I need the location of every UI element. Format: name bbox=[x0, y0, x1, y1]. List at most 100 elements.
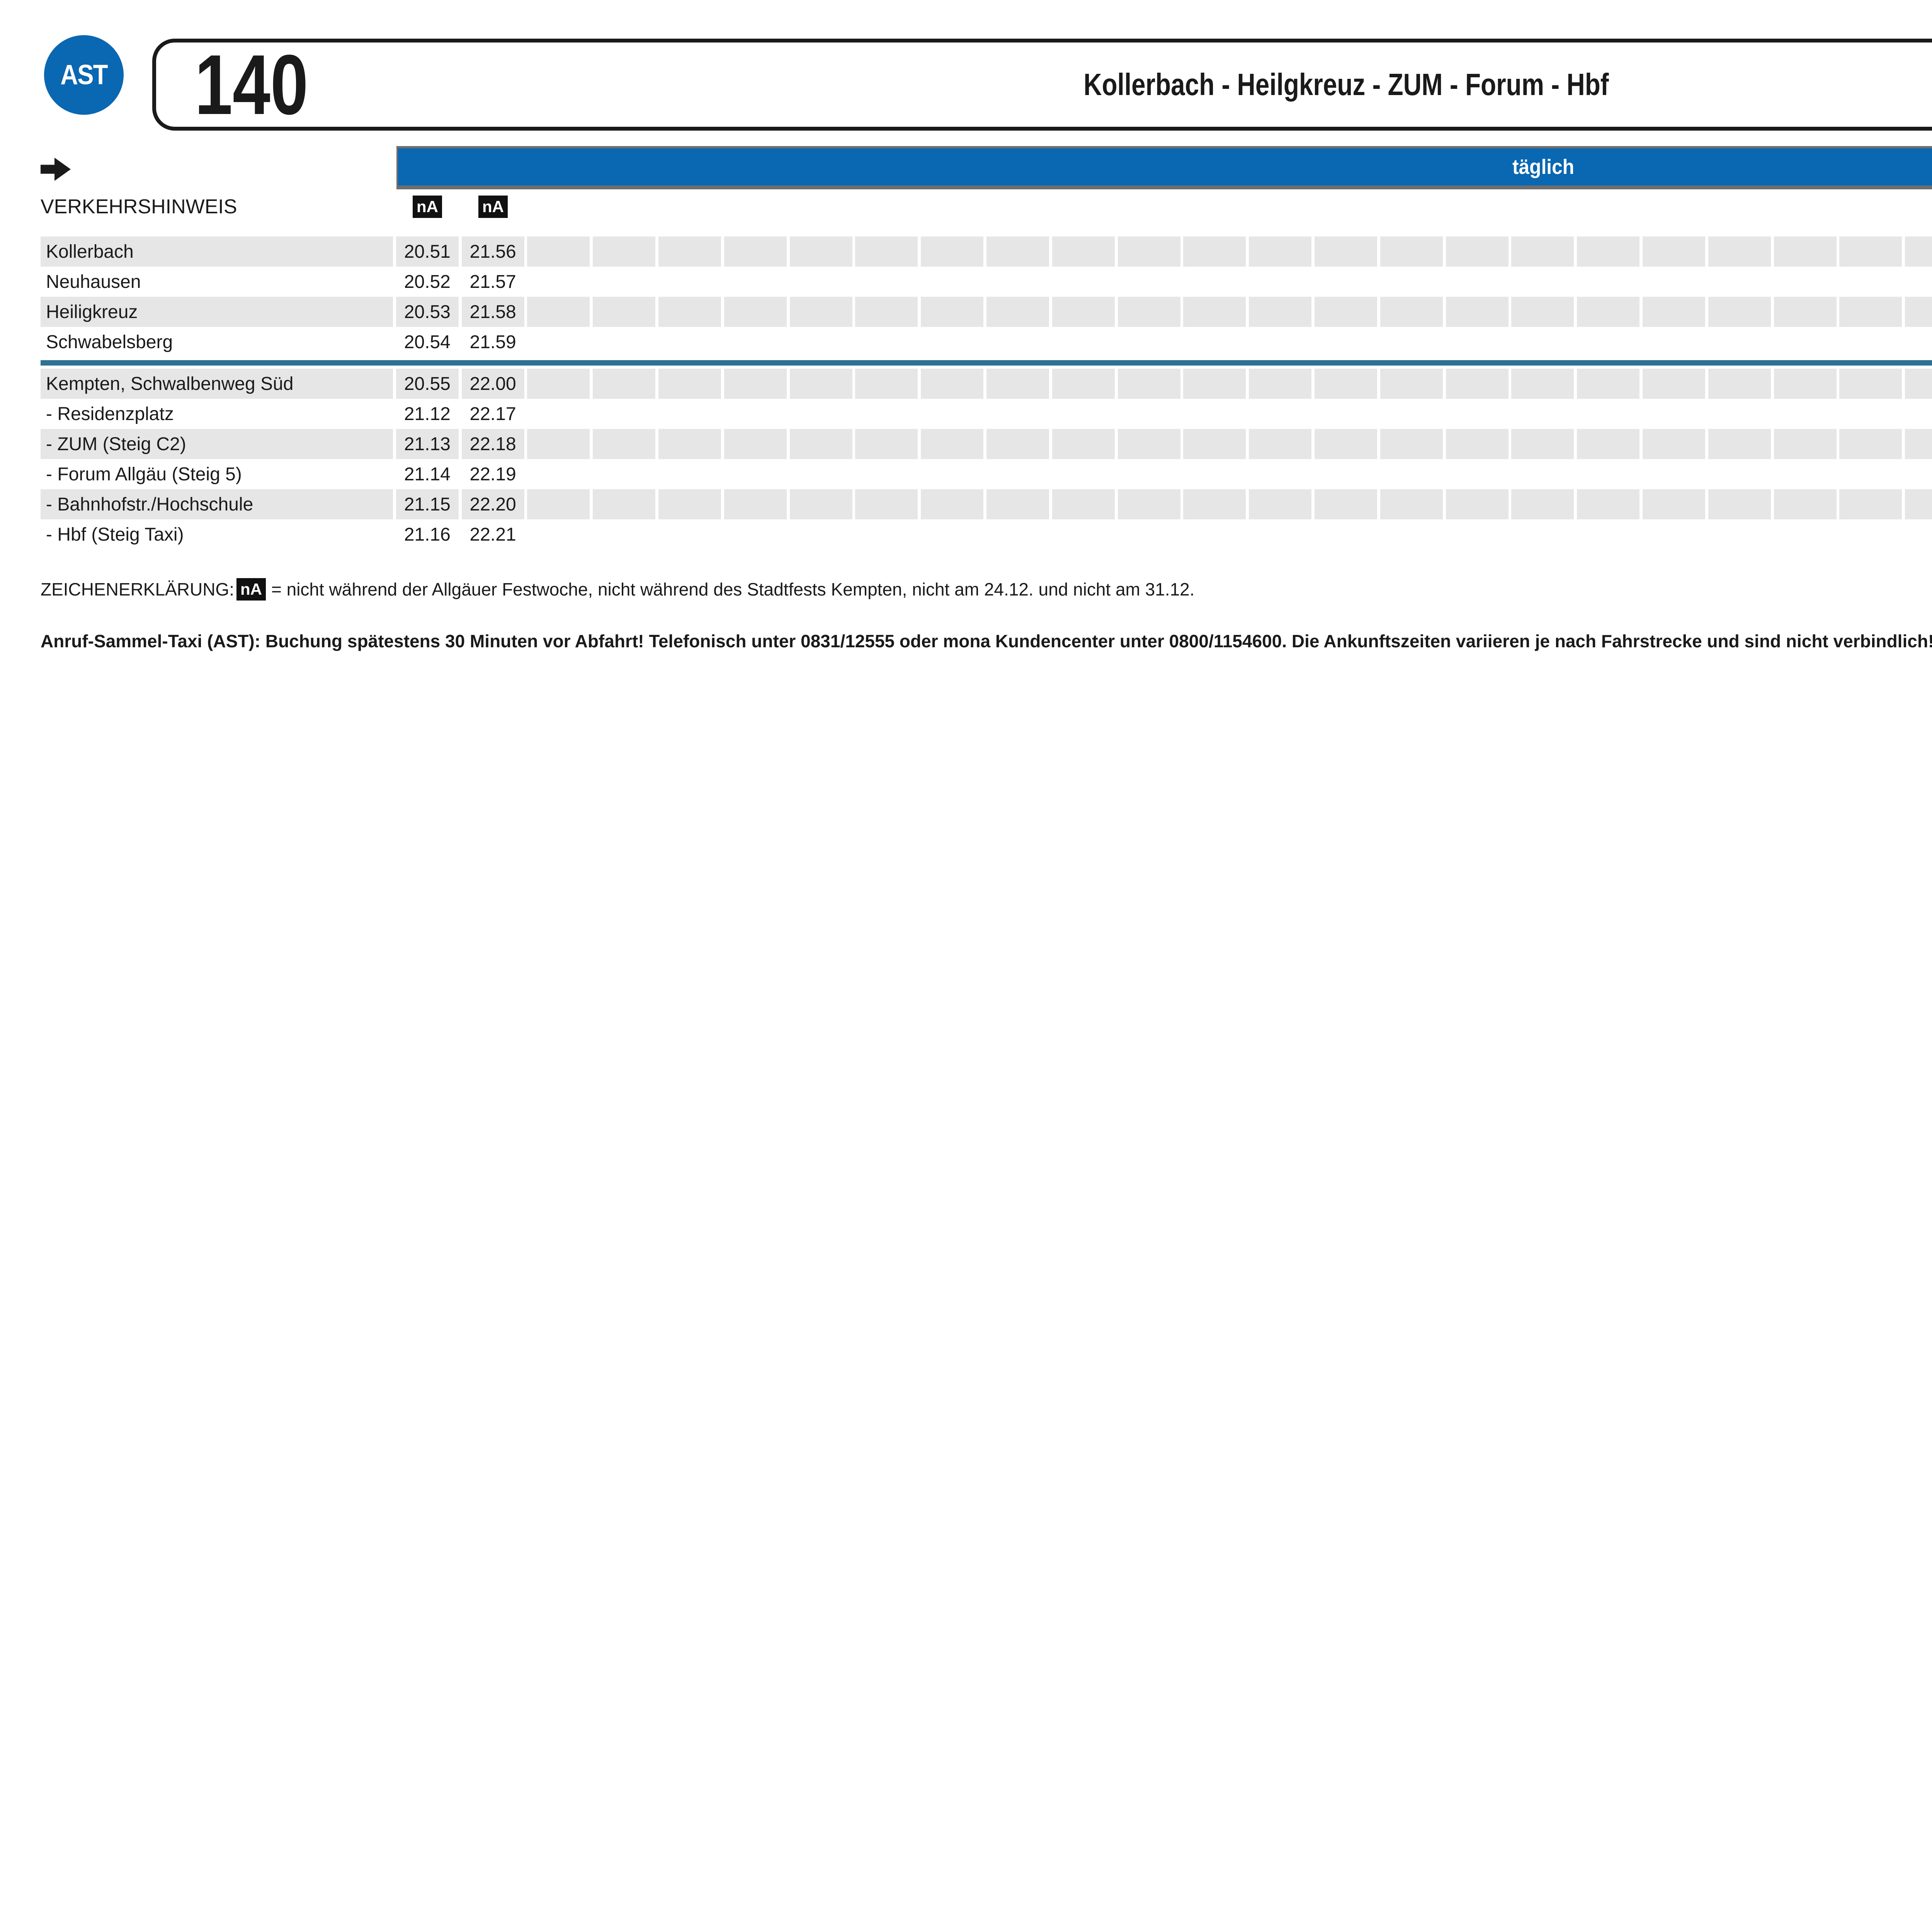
empty-cell bbox=[1380, 297, 1443, 327]
station-name: Neuhausen bbox=[41, 267, 393, 297]
empty-cell bbox=[1577, 236, 1639, 267]
empty-cell bbox=[1643, 236, 1705, 267]
empty-cell bbox=[986, 459, 1049, 489]
empty-cell bbox=[1708, 327, 1771, 357]
empty-cell bbox=[1905, 327, 1932, 357]
empty-cell bbox=[1774, 267, 1837, 297]
empty-cell bbox=[1052, 327, 1115, 357]
empty-cell bbox=[593, 429, 655, 459]
empty-cell bbox=[1249, 267, 1311, 297]
empty-cell bbox=[1446, 369, 1509, 399]
empty-cell bbox=[921, 429, 983, 459]
empty-cell bbox=[986, 429, 1049, 459]
empty-cell bbox=[986, 489, 1049, 519]
empty-cell bbox=[1643, 429, 1705, 459]
station-name: Kempten, Schwalbenweg Süd bbox=[41, 369, 393, 399]
empty-cell bbox=[855, 519, 918, 550]
empty-cell bbox=[1839, 236, 1902, 267]
empty-cell bbox=[724, 369, 787, 399]
station-name: Heiligkreuz bbox=[41, 297, 393, 327]
empty-cell bbox=[1380, 236, 1443, 267]
empty-cell bbox=[1118, 297, 1180, 327]
empty-cell bbox=[527, 519, 590, 550]
empty-cell bbox=[1577, 297, 1639, 327]
empty-cell bbox=[1118, 459, 1180, 489]
empty-cell bbox=[1708, 519, 1771, 550]
empty-cell bbox=[1249, 459, 1311, 489]
departure-time-cell: 20.52 bbox=[396, 267, 459, 297]
column-note-symbol-1: nA bbox=[413, 196, 442, 218]
empty-cell bbox=[1905, 297, 1932, 327]
station-name: - Hbf (Steig Taxi) bbox=[41, 519, 393, 550]
table-row: Kempten, Schwalbenweg Süd20.5522.00 bbox=[41, 369, 1932, 399]
table-row: - Forum Allgäu (Steig 5)21.1422.19 bbox=[41, 459, 1932, 489]
empty-cell bbox=[1577, 327, 1639, 357]
empty-cell bbox=[855, 327, 918, 357]
empty-cell bbox=[1577, 267, 1639, 297]
empty-cell bbox=[855, 459, 918, 489]
departure-time-cell: 21.57 bbox=[462, 267, 524, 297]
ast-logo-label: AST bbox=[60, 59, 107, 91]
departure-time-cell: 20.55 bbox=[396, 369, 459, 399]
empty-cell bbox=[527, 236, 590, 267]
empty-cell bbox=[1511, 297, 1574, 327]
empty-cell bbox=[1380, 489, 1443, 519]
empty-cell bbox=[1118, 236, 1180, 267]
empty-cell bbox=[1315, 459, 1377, 489]
empty-cell bbox=[1249, 489, 1311, 519]
empty-cell bbox=[1052, 489, 1115, 519]
empty-cell bbox=[1643, 267, 1705, 297]
empty-cell bbox=[1708, 429, 1771, 459]
empty-cell bbox=[1839, 519, 1902, 550]
empty-cell bbox=[527, 327, 590, 357]
empty-cell bbox=[1183, 399, 1246, 429]
empty-cell bbox=[1380, 399, 1443, 429]
departure-time-cell: 22.17 bbox=[462, 399, 524, 429]
empty-cell bbox=[1052, 236, 1115, 267]
empty-cell bbox=[1183, 429, 1246, 459]
empty-cell bbox=[855, 236, 918, 267]
empty-cell bbox=[1183, 459, 1246, 489]
empty-cell bbox=[1708, 399, 1771, 429]
empty-cell bbox=[724, 399, 787, 429]
empty-cell bbox=[986, 236, 1049, 267]
empty-cell bbox=[790, 489, 852, 519]
empty-cell bbox=[1839, 489, 1902, 519]
empty-cell bbox=[527, 267, 590, 297]
departure-time-cell: 22.18 bbox=[462, 429, 524, 459]
empty-cell bbox=[986, 369, 1049, 399]
empty-cell bbox=[1577, 399, 1639, 429]
empty-cell bbox=[790, 267, 852, 297]
empty-cell bbox=[921, 236, 983, 267]
empty-cell bbox=[1511, 327, 1574, 357]
departure-time-cell: 22.00 bbox=[462, 369, 524, 399]
empty-cell bbox=[527, 489, 590, 519]
empty-cell bbox=[1183, 489, 1246, 519]
departure-time-cell: 22.21 bbox=[462, 519, 524, 550]
empty-cell bbox=[1249, 429, 1311, 459]
empty-cell bbox=[1905, 399, 1932, 429]
empty-cell bbox=[1774, 297, 1837, 327]
departure-time-cell: 22.19 bbox=[462, 459, 524, 489]
empty-cell bbox=[1249, 327, 1311, 357]
station-name: Schwabelsberg bbox=[41, 327, 393, 357]
empty-cell bbox=[1380, 429, 1443, 459]
empty-cell bbox=[1183, 519, 1246, 550]
station-name: - ZUM (Steig C2) bbox=[41, 429, 393, 459]
empty-cell bbox=[790, 236, 852, 267]
empty-cell bbox=[1446, 297, 1509, 327]
empty-cell bbox=[1249, 236, 1311, 267]
empty-cell bbox=[658, 297, 721, 327]
empty-cell bbox=[986, 267, 1049, 297]
empty-cell bbox=[658, 369, 721, 399]
empty-cell bbox=[1774, 489, 1837, 519]
ast-booking-note: Anruf-Sammel-Taxi (AST): Buchung spätest… bbox=[41, 631, 1932, 652]
empty-cell bbox=[1052, 267, 1115, 297]
empty-cell bbox=[593, 327, 655, 357]
empty-cell bbox=[1315, 489, 1377, 519]
route-title-text: Kollerbach - Heilgkreuz - ZUM - Forum - … bbox=[1083, 69, 1609, 100]
empty-cell bbox=[921, 519, 983, 550]
empty-cell bbox=[724, 519, 787, 550]
legend-label: ZEICHENERKLÄRUNG: bbox=[41, 580, 234, 599]
empty-cell bbox=[1643, 519, 1705, 550]
